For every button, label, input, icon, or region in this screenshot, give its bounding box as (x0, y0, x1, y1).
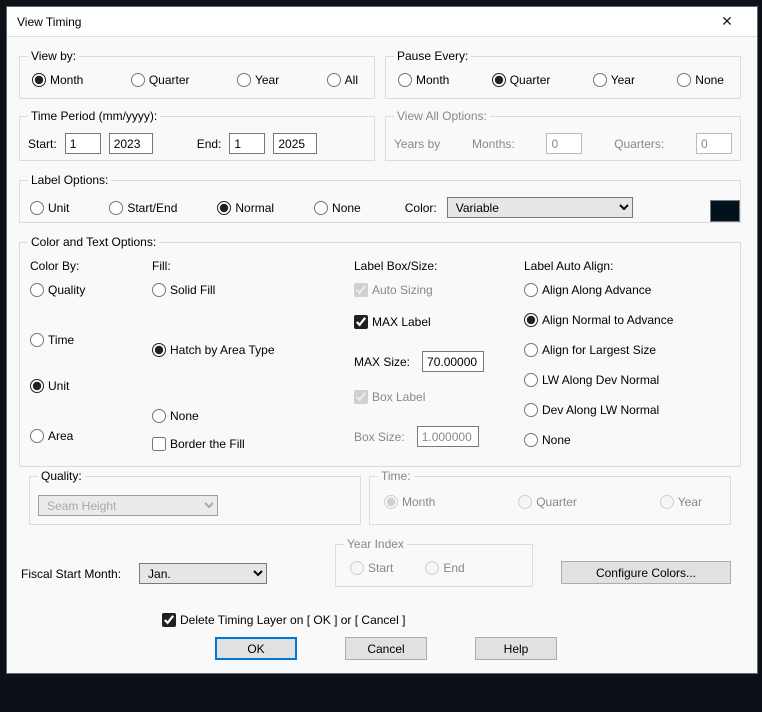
label-quarters: Quarters: (614, 137, 664, 151)
radio-label-unit[interactable]: Unit (30, 201, 69, 215)
radio-colorby-quality[interactable]: Quality (30, 283, 140, 297)
radio-pause-year[interactable]: Year (593, 73, 635, 87)
label-color: Color: (405, 201, 437, 215)
radio-align-none[interactable]: None (524, 433, 724, 447)
input-box-size (417, 426, 479, 447)
radio-label-startend[interactable]: Start/End (109, 201, 177, 215)
radio-pause-quarter[interactable]: Quarter (492, 73, 551, 87)
input-start-month[interactable] (65, 133, 101, 154)
group-time: Time: Month Quarter Year (369, 469, 731, 525)
label-years-by: Years by (394, 137, 440, 151)
legend-time: Time: (378, 469, 414, 483)
radio-label-none[interactable]: None (314, 201, 361, 215)
group-year-index: Year Index Start End (335, 537, 533, 587)
radio-viewby-month[interactable]: Month (32, 73, 83, 87)
check-border-fill[interactable]: Border the Fill (152, 437, 342, 451)
radio-align-largest[interactable]: Align for Largest Size (524, 343, 724, 357)
select-label-color[interactable]: Variable (447, 197, 633, 218)
input-end-year[interactable] (273, 133, 317, 154)
check-delete-timing[interactable]: Delete Timing Layer on [ OK ] or [ Cance… (162, 613, 405, 627)
radio-align-devlw[interactable]: Dev Along LW Normal (524, 403, 724, 417)
group-color-text: Color and Text Options: Color By: Qualit… (19, 235, 741, 467)
window-title: View Timing (17, 15, 81, 29)
radio-viewby-quarter[interactable]: Quarter (131, 73, 190, 87)
select-fiscal[interactable]: Jan. (139, 563, 267, 584)
group-pause-every: Pause Every: Month Quarter Year None (385, 49, 741, 99)
legend-quality: Quality: (38, 469, 85, 483)
radio-colorby-unit[interactable]: Unit (30, 379, 140, 393)
color-swatch[interactable] (710, 200, 740, 222)
check-box-label: Box Label (354, 390, 514, 404)
legend-label-options: Label Options: (28, 173, 111, 187)
button-configure-colors[interactable]: Configure Colors... (561, 561, 731, 584)
button-help[interactable]: Help (475, 637, 557, 660)
titlebar: View Timing ✕ (7, 7, 757, 37)
legend-view-by: View by: (28, 49, 79, 63)
legend-pause-every: Pause Every: (394, 49, 471, 63)
label-start: Start: (28, 137, 57, 151)
radio-align-lwdev[interactable]: LW Along Dev Normal (524, 373, 724, 387)
label-fiscal: Fiscal Start Month: (21, 567, 121, 581)
legend-time-period: Time Period (mm/yyyy): (28, 109, 160, 123)
input-months (546, 133, 582, 154)
group-view-by: View by: Month Quarter Year All (19, 49, 375, 99)
input-max-size[interactable] (422, 351, 484, 372)
radio-time-month: Month (384, 495, 435, 509)
radio-label-normal[interactable]: Normal (217, 201, 274, 215)
radio-yearindex-end: End (425, 561, 464, 575)
check-auto-sizing: Auto Sizing (354, 283, 514, 297)
radio-colorby-time[interactable]: Time (30, 333, 140, 347)
input-end-month[interactable] (229, 133, 265, 154)
legend-color-text: Color and Text Options: (28, 235, 159, 249)
button-cancel[interactable]: Cancel (345, 637, 427, 660)
col-color-by: Color By: Quality Time Unit Area (30, 259, 140, 443)
group-view-all-options: View All Options: Years by Months: Quart… (385, 109, 741, 161)
input-quarters (696, 133, 732, 154)
label-color-by: Color By: (30, 259, 140, 273)
label-box-size: Box Size: (354, 430, 405, 444)
check-max-label[interactable]: MAX Label (354, 315, 514, 329)
close-icon[interactable]: ✕ (707, 7, 747, 37)
radio-pause-none[interactable]: None (677, 73, 724, 87)
legend-view-all: View All Options: (394, 109, 490, 123)
button-row: OK Cancel Help (215, 637, 557, 660)
input-start-year[interactable] (109, 133, 153, 154)
row-fiscal: Fiscal Start Month: Jan. (21, 563, 267, 584)
col-label-box: Label Box/Size: Auto Sizing MAX Label MA… (354, 259, 514, 447)
group-label-options: Label Options: Unit Start/End Normal Non… (19, 173, 741, 223)
label-fill: Fill: (152, 259, 342, 273)
col-fill: Fill: Solid Fill Hatch by Area Type None… (152, 259, 342, 451)
label-months: Months: (472, 137, 515, 151)
radio-viewby-all[interactable]: All (327, 73, 358, 87)
label-labelbox: Label Box/Size: (354, 259, 514, 273)
radio-time-quarter: Quarter (518, 495, 577, 509)
radio-fill-solid[interactable]: Solid Fill (152, 283, 342, 297)
label-max-size: MAX Size: (354, 355, 410, 369)
dialog-body: View by: Month Quarter Year All Pause Ev… (7, 37, 757, 53)
radio-pause-month[interactable]: Month (398, 73, 449, 87)
radio-viewby-year[interactable]: Year (237, 73, 279, 87)
legend-year-index: Year Index (344, 537, 407, 551)
label-autoalign: Label Auto Align: (524, 259, 724, 273)
group-quality: Quality: Seam Height (29, 469, 361, 525)
dialog-window: View Timing ✕ View by: Month Quarter Yea… (6, 6, 758, 674)
select-quality: Seam Height (38, 495, 218, 516)
col-auto-align: Label Auto Align: Align Along Advance Al… (524, 259, 724, 447)
label-end: End: (197, 137, 222, 151)
radio-fill-none[interactable]: None (152, 409, 342, 423)
radio-colorby-area[interactable]: Area (30, 429, 140, 443)
radio-yearindex-start: Start (350, 561, 393, 575)
radio-align-along[interactable]: Align Along Advance (524, 283, 724, 297)
radio-fill-hatch[interactable]: Hatch by Area Type (152, 343, 342, 357)
button-ok[interactable]: OK (215, 637, 297, 660)
radio-align-normal[interactable]: Align Normal to Advance (524, 313, 724, 327)
group-time-period: Time Period (mm/yyyy): Start: End: (19, 109, 375, 161)
radio-time-year: Year (660, 495, 702, 509)
